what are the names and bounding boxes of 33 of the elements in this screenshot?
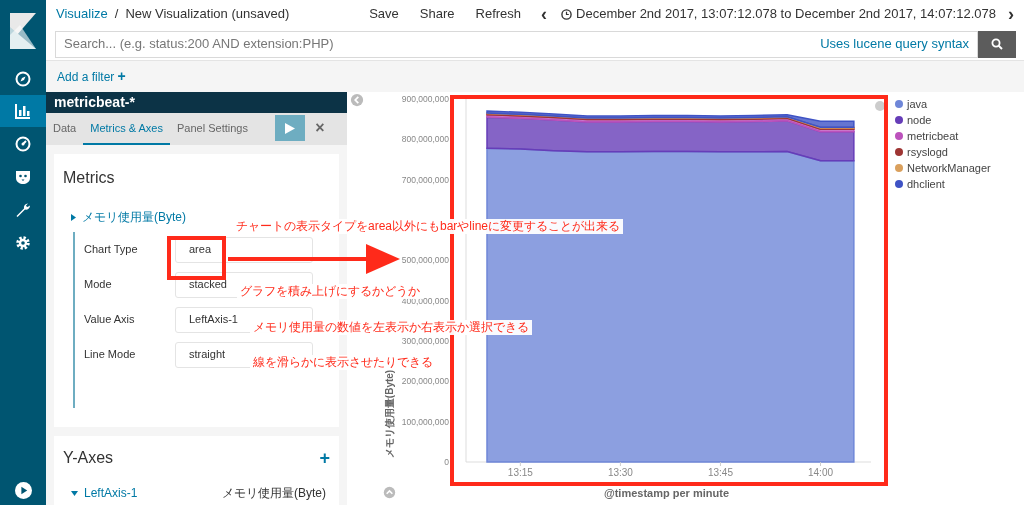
axis-tick-label: 13:30 [607, 467, 633, 478]
index-pattern-title: metricbeat-* [46, 92, 347, 113]
page-title: New Visualization (unsaved) [125, 5, 290, 24]
axis-tick-label: 900,000,000 [401, 94, 449, 104]
legend-label: node [907, 112, 932, 128]
field-label: Chart Type [84, 242, 139, 258]
axis-tick-label: 13:45 [707, 467, 733, 478]
field-label: Line Mode [84, 347, 137, 363]
axis-series-label: メモリ使用量(Byte) [222, 485, 326, 502]
axis-tick-label: 300,000,000 [401, 336, 449, 346]
axis-title: @timestamp per minute [604, 487, 729, 499]
axis-tick-label: 500,000,000 [401, 255, 449, 266]
legend-label: dhclient [907, 176, 945, 192]
annotation-tooltip: チャートの表示タイプをarea以外にもbarやlineに変更することが出来る [233, 219, 624, 234]
annotation-tooltip: メモリ使用量の数値を左表示か右表示か選択できる [250, 320, 532, 335]
axis-tick-label: 800,000,000 [401, 134, 449, 145]
legend-label: java [907, 96, 928, 112]
axis-tick-label: 200,000,000 [401, 376, 449, 387]
field-label: Value Axis [84, 312, 136, 328]
field-label: Mode [84, 277, 113, 293]
axis-title: メモリ使用量(Byte) [384, 369, 395, 459]
axis-tick-label: 0 [444, 457, 449, 467]
breadcrumb-separator: / [114, 5, 119, 24]
axis-tick-label: 14:00 [808, 467, 833, 478]
legend-label: rsyslogd [907, 144, 948, 160]
axis-tick-label: 700,000,000 [401, 174, 449, 185]
annotation-tooltip: グラフを積み上げにするかどうか [237, 284, 423, 299]
axis-tick-label: 13:15 [507, 467, 533, 478]
card-title: Y-Axes [63, 448, 114, 468]
card-title: Metrics [63, 168, 116, 188]
axis-tick-label: 100,000,000 [401, 416, 449, 427]
legend-label: NetworkManager [907, 160, 991, 176]
legend-label: metricbeat [907, 128, 959, 144]
